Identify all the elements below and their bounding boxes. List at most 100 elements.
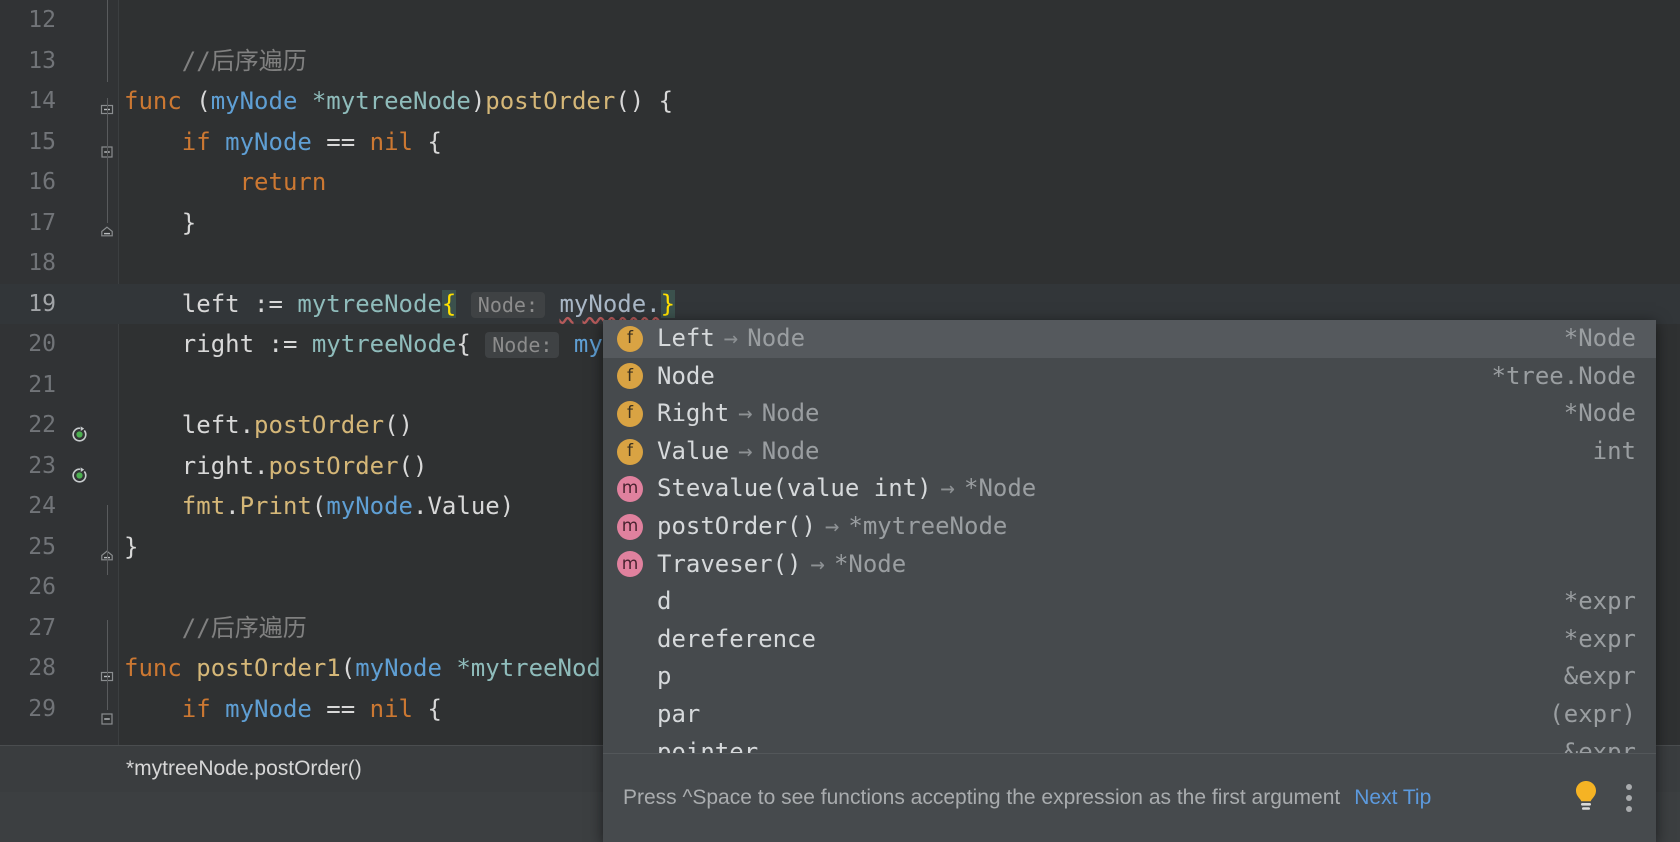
code-token: if [181,127,211,156]
completion-label: p [657,662,672,691]
code-line[interactable]: 13 //后序遍历 [0,41,1680,82]
arrow-icon: → [824,511,840,540]
method-icon: m [617,476,643,503]
completion-item[interactable]: m Stevalue(value int) → *Node [603,470,1656,508]
blank-icon [617,664,643,690]
fold-connector [107,505,108,575]
code-line[interactable]: 16 return [0,162,1680,203]
code-token: myNode [225,127,312,156]
line-number: 19 [28,290,56,317]
completion-type: *tree.Node [1491,361,1637,390]
completion-owner: *Node [833,549,907,578]
code-line[interactable]: 15 if myNode == nil { [0,122,1680,163]
completion-owner: Node [761,436,820,465]
code-token: right [181,330,255,358]
completion-item[interactable]: dereference *expr [603,621,1656,659]
line-number: 26 [28,574,56,600]
method-icon: m [617,513,643,540]
hint-message: Press ^Space to see functions accepting … [623,786,1341,809]
code-token: fmt [181,492,226,520]
completion-owner: *mytreeNode [848,511,1008,540]
line-number: 18 [28,250,56,276]
arrow-icon: → [810,549,825,578]
code-token: . [239,411,255,439]
kebab-menu-icon[interactable] [1626,784,1632,812]
completion-type: &expr [1563,662,1636,691]
code-line[interactable]: 19 left := mytreeNode{ Node: myNode.} [0,283,1680,324]
completion-item[interactable]: m postOrder() → *mytreeNode [603,508,1656,546]
field-icon: f [617,400,643,427]
completion-item[interactable]: d *expr [603,583,1656,621]
code-token: left [181,289,240,318]
completion-type: *Node [1563,324,1636,352]
completion-type: int [1592,436,1636,465]
code-token: right [124,451,255,480]
code-token: *mytreeNod [456,654,601,682]
code-token: == [311,694,370,723]
code-token: ) [470,87,486,115]
field-icon: f [617,438,643,465]
completion-label: Value [657,436,730,465]
code-token: { [456,330,471,358]
lightbulb-icon[interactable] [1572,779,1600,817]
blank-icon [617,739,643,754]
fold-connector [107,620,108,710]
completion-type: *expr [1563,587,1636,616]
recursion-marker-icon[interactable] [70,457,89,483]
code-token: { [413,694,442,723]
line-number: 20 [28,331,56,357]
code-line[interactable]: 14 func (myNode *mytreeNode)postOrder() { [0,81,1680,122]
completion-item[interactable]: f Left → Node *Node [603,320,1656,358]
code-token: //后序遍历 [181,46,307,75]
completion-item[interactable]: p &expr [603,658,1656,696]
code-token: postOrder [485,87,616,115]
next-tip-link[interactable]: Next Tip [1354,786,1431,810]
completion-item[interactable]: pointer &expr [603,734,1656,754]
line-number: 14 [28,88,56,114]
code-token: } [124,208,197,237]
blank-icon [617,627,643,653]
code-text: } [118,203,196,244]
code-line[interactable]: 12 [0,0,1680,41]
inlay-hint: Node: [470,291,546,318]
code-line[interactable]: 17 } [0,203,1680,244]
code-token: ( [340,654,356,682]
code-token: postOrder [254,411,385,439]
code-completion-popup[interactable]: f Left → Node *Node f Node *tree.Node f Right → Nod… [603,320,1656,842]
completion-item[interactable]: par (expr) [603,696,1656,734]
code-token: .Value) [413,492,515,520]
code-token: if [181,694,211,723]
completion-item[interactable]: f Right → Node *Node [603,395,1656,433]
completion-label: Traveser() [657,549,802,578]
field-icon: f [617,363,643,390]
completion-item[interactable]: f Value → Node int [603,433,1656,471]
completion-type: *Node [1563,399,1636,428]
code-token: mytreeNode [311,330,457,358]
completion-label: Right [657,399,730,428]
code-token: myNode [210,87,298,115]
completion-label: Stevalue(value int) [657,474,932,503]
arrow-icon: → [940,474,955,503]
line-number: 28 [28,655,56,681]
field-icon: f [617,325,643,352]
code-text: func postOrder1(myNode *mytreeNod [118,648,601,689]
completion-item[interactable]: m Traveser() → *Node [603,546,1656,584]
completion-list[interactable]: f Left → Node *Node f Node *tree.Node f Right → Nod… [603,320,1656,754]
code-line[interactable]: 18 [0,243,1680,284]
code-token: func [124,654,182,682]
line-number: 17 [28,209,56,236]
code-token: func [124,87,182,115]
recursion-marker-icon[interactable] [70,416,89,442]
code-token: myNode [355,654,442,682]
completion-item[interactable]: f Node *tree.Node [603,358,1656,396]
code-token: *mytreeNode [311,87,471,115]
code-token: := [254,330,312,358]
